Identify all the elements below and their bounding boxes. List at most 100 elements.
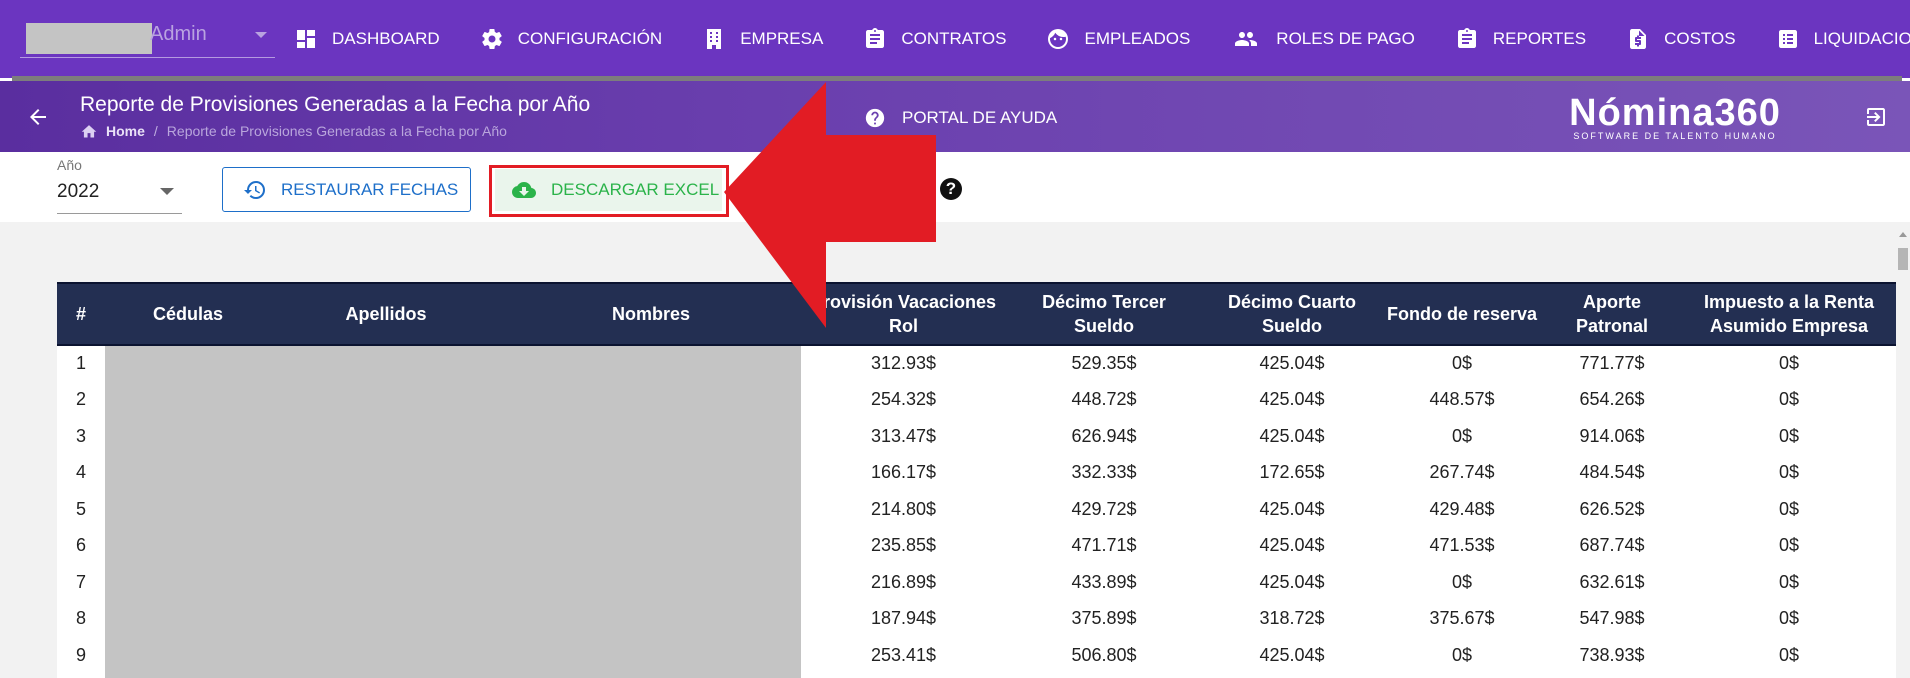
nav-costos[interactable]: COSTOS <box>1626 27 1736 51</box>
help-icon[interactable]: ? <box>940 178 962 200</box>
redacted-cell <box>271 381 501 418</box>
table-row: 4 166.17$ 332.33$ 172.65$ 267.74$ 484.54$ 0$ <box>57 454 1896 491</box>
table-row: 2 254.32$ 448.72$ 425.04$ 448.57$ 654.26$ 0$ <box>57 381 1896 418</box>
table-cell: 738.93$ <box>1542 637 1682 674</box>
table-cell: 6 <box>57 527 105 564</box>
nav-configuracion[interactable]: CONFIGURACIÓN <box>480 27 662 51</box>
redacted-cell <box>105 527 271 564</box>
table-cell: 313.47$ <box>801 418 1006 455</box>
table-cell: 172.65$ <box>1202 454 1382 491</box>
redacted-cell <box>501 418 801 455</box>
table-cell: 253.41$ <box>801 637 1006 674</box>
table-cell: 187.94$ <box>801 600 1006 637</box>
year-select[interactable]: Año 2022 <box>57 154 182 214</box>
restore-dates-button[interactable]: RESTAURAR FECHAS <box>222 167 471 212</box>
table-cell: 626.52$ <box>1542 491 1682 528</box>
back-arrow-icon[interactable] <box>26 105 50 129</box>
table-cell: 0$ <box>1382 418 1542 455</box>
redacted-cell <box>501 637 801 674</box>
breadcrumb-home[interactable]: Home <box>106 123 145 139</box>
column-header[interactable]: Décimo Tercer Sueldo <box>1006 282 1202 346</box>
nav-reportes[interactable]: REPORTES <box>1455 27 1586 51</box>
redacted-cell <box>271 345 501 382</box>
column-header[interactable]: Apellidos <box>271 282 501 346</box>
scroll-up-arrow[interactable] <box>1899 232 1907 237</box>
nav-dashboard-label: DASHBOARD <box>332 29 440 48</box>
table-cell: 471.71$ <box>1006 527 1202 564</box>
download-excel-button[interactable]: DESCARGAR EXCEL <box>495 169 722 211</box>
help-portal-link[interactable]: PORTAL DE AYUDA <box>864 107 1057 129</box>
gear-icon <box>480 27 504 51</box>
table-row: 5 214.80$ 429.72$ 425.04$ 429.48$ 626.52$ 0$ <box>57 491 1896 528</box>
dollar-file-icon <box>1626 27 1650 51</box>
table-cell: 425.04$ <box>1202 418 1382 455</box>
nav-liquidaciones-label: LIQUIDACIONES <box>1813 29 1910 48</box>
vertical-scrollbar[interactable] <box>1896 230 1910 678</box>
table-body: 1 312.93$ 529.35$ 425.04$ 0$ 771.77$ 0$ 2 254.32… <box>57 345 1896 678</box>
top-navbar: Admin DASHBOARD CONFIGURACIÓN EMPRESA CO… <box>0 0 1910 78</box>
nav-dashboard[interactable]: DASHBOARD <box>294 27 440 51</box>
group-icon <box>1230 27 1262 51</box>
table-cell <box>1382 673 1542 678</box>
table-cell: 425.04$ <box>1202 491 1382 528</box>
column-header[interactable]: Cédulas <box>105 282 271 346</box>
table-cell: 0$ <box>1382 564 1542 601</box>
column-header[interactable]: Aporte Patronal <box>1542 282 1682 346</box>
table-cell: 0$ <box>1682 345 1896 382</box>
table-cell: 214.80$ <box>801 491 1006 528</box>
nav-empresa[interactable]: EMPRESA <box>702 27 823 51</box>
table-cell: 312.93$ <box>801 345 1006 382</box>
help-portal-label: PORTAL DE AYUDA <box>902 108 1058 127</box>
table-cell: 687.74$ <box>1542 527 1682 564</box>
table-cell: 425.04$ <box>1202 527 1382 564</box>
nav-roles-de-pago[interactable]: ROLES DE PAGO <box>1230 27 1415 51</box>
clipboard-icon <box>863 27 887 51</box>
main-menu: DASHBOARD CONFIGURACIÓN EMPRESA CONTRATO… <box>294 0 1910 78</box>
table-cell: 332.33$ <box>1006 454 1202 491</box>
nav-contratos-label: CONTRATOS <box>901 29 1007 48</box>
column-header[interactable]: Décimo Cuarto Sueldo <box>1202 282 1382 346</box>
year-label: Año <box>57 157 82 173</box>
table-cell <box>1006 673 1202 678</box>
report-table-container: # Cédulas Apellidos Nombres Provisión Vacaci… <box>57 282 1896 678</box>
nav-liquidaciones[interactable]: LIQUIDACIONES <box>1776 27 1910 51</box>
table-cell: 375.89$ <box>1006 600 1202 637</box>
table-row: 9 253.41$ 506.80$ 425.04$ 0$ 738.93$ 0$ <box>57 637 1896 674</box>
redacted-cell <box>105 345 271 382</box>
table-cell: 506.80$ <box>1006 637 1202 674</box>
redacted-cell <box>105 600 271 637</box>
redacted-cell <box>501 527 801 564</box>
table-cell: 433.89$ <box>1006 564 1202 601</box>
brand-logo: Nómina360 SOFTWARE DE TALENTO HUMANO <box>1560 93 1790 141</box>
redacted-cell <box>105 673 271 678</box>
table-cell: 425.04$ <box>1202 637 1382 674</box>
table-row: 6 235.85$ 471.71$ 425.04$ 471.53$ 687.74$ 0$ <box>57 527 1896 564</box>
column-header[interactable]: Impuesto a la Renta Asumido Empresa <box>1682 282 1896 346</box>
page-header: Reporte de Provisiones Generadas a la Fe… <box>0 81 1910 152</box>
table-cell: 448.57$ <box>1382 381 1542 418</box>
redacted-cell <box>105 454 271 491</box>
table-cell: 216.89$ <box>801 564 1006 601</box>
user-select[interactable]: Admin <box>20 20 275 58</box>
scroll-thumb[interactable] <box>1898 248 1908 270</box>
column-header[interactable]: Nombres <box>501 282 801 346</box>
column-header[interactable]: Provisión Vacaciones Rol <box>801 282 1006 346</box>
nav-empleados[interactable]: EMPLEADOS <box>1046 27 1190 51</box>
page-title: Reporte de Provisiones Generadas a la Fe… <box>80 93 591 116</box>
redacted-cell <box>105 381 271 418</box>
table-cell: 0$ <box>1382 637 1542 674</box>
column-header[interactable]: # <box>57 282 105 346</box>
redacted-cell <box>271 637 501 674</box>
table-cell: 0$ <box>1682 564 1896 601</box>
nav-empleados-label: EMPLEADOS <box>1084 29 1191 48</box>
table-cell: 0$ <box>1682 491 1896 528</box>
report-icon <box>1455 27 1479 51</box>
logout-icon[interactable] <box>1864 105 1888 129</box>
report-content: # Cédulas Apellidos Nombres Provisión Vacaci… <box>0 222 1910 678</box>
redacted-cell <box>501 600 801 637</box>
chevron-down-icon <box>160 188 174 195</box>
column-header[interactable]: Fondo de reserva <box>1382 282 1542 346</box>
table-cell: 254.32$ <box>801 381 1006 418</box>
nav-roles-de-pago-label: ROLES DE PAGO <box>1276 29 1415 48</box>
nav-contratos[interactable]: CONTRATOS <box>863 27 1006 51</box>
